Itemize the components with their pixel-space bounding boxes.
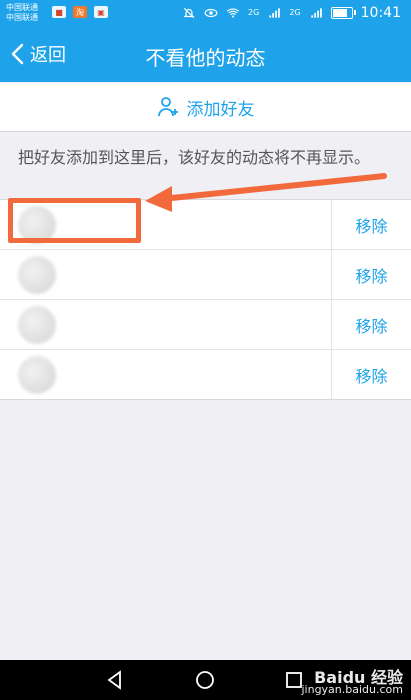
- carrier-2: 中国联通: [6, 13, 38, 22]
- carrier-1: 中国联通: [6, 3, 38, 12]
- system-nav-bar: Baidu 经验 jingyan.baidu.com: [0, 660, 411, 700]
- avatar: [18, 256, 56, 294]
- home-nav-icon[interactable]: [193, 668, 217, 692]
- status-app-icons: ■ 淘 ▣: [52, 6, 108, 18]
- notice-text: 把好友添加到这里后，该好友的动态将不再显示。: [18, 148, 371, 167]
- remove-button[interactable]: 移除: [332, 300, 411, 349]
- remove-button[interactable]: 移除: [332, 350, 411, 399]
- friend-row: 移除: [0, 300, 411, 350]
- remove-button[interactable]: 移除: [332, 200, 411, 249]
- app-icon: 淘: [73, 6, 87, 18]
- wifi-icon: [226, 8, 240, 18]
- watermark: Baidu 经验 jingyan.baidu.com: [301, 670, 403, 696]
- add-user-icon: [157, 97, 178, 117]
- clock-time: 10:41: [360, 5, 401, 21]
- remove-button[interactable]: 移除: [332, 250, 411, 299]
- nav-header: 返回 不看他的动态: [0, 28, 411, 82]
- avatar: [18, 306, 56, 344]
- network-type-1: 2G: [248, 8, 260, 17]
- status-right: 2G 2G 10:41: [182, 5, 401, 21]
- friend-row: 移除: [0, 250, 411, 300]
- status-bar: 中国联通 中国联通 ■ 淘 ▣ 2G 2G 10:41: [0, 0, 411, 28]
- signal-icon: [310, 8, 322, 18]
- app-icon: ▣: [94, 6, 108, 18]
- back-nav-icon[interactable]: [103, 668, 127, 692]
- avatar: [18, 356, 56, 394]
- network-type-2: 2G: [289, 8, 301, 17]
- eye-icon: [204, 8, 218, 18]
- carrier-info: 中国联通 中国联通: [6, 3, 38, 23]
- mute-icon: [183, 7, 195, 19]
- app-icon: ■: [52, 6, 66, 18]
- annotation-highlight-box: [8, 198, 141, 243]
- watermark-url: jingyan.baidu.com: [301, 683, 403, 696]
- friend-row: 移除: [0, 350, 411, 399]
- add-friend-button[interactable]: 添加好友: [0, 83, 411, 132]
- signal-icon: [269, 8, 281, 18]
- add-friend-label: 添加好友: [186, 99, 255, 120]
- battery-icon: [330, 7, 356, 19]
- page-title: 不看他的动态: [145, 46, 266, 70]
